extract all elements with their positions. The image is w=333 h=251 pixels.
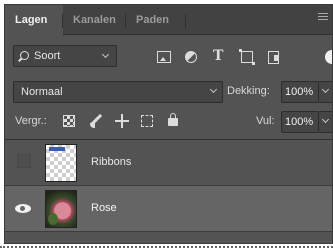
layer-name[interactable]: Rose xyxy=(91,202,117,214)
pixel-layer-filter-icon[interactable] xyxy=(157,51,171,63)
opacity-slider-button[interactable] xyxy=(319,81,332,103)
layer-row-rose[interactable]: Rose xyxy=(5,186,332,232)
layer-thumbnail xyxy=(45,190,77,228)
visibility-toggle[interactable] xyxy=(15,200,33,216)
type-layer-filter-icon[interactable]: T xyxy=(213,48,227,64)
layers-list: Ribbons Rose xyxy=(5,139,332,243)
lock-artboard-icon[interactable] xyxy=(141,115,153,127)
layer-name[interactable]: Ribbons xyxy=(91,156,131,168)
tab-layers[interactable]: Lagen xyxy=(5,5,63,36)
filter-toggle-switch[interactable] xyxy=(325,50,332,64)
panel-tab-bar: Lagen Kanalen Paden xyxy=(5,5,332,36)
search-icon xyxy=(20,51,29,60)
tab-channels[interactable]: Kanalen xyxy=(63,5,126,35)
layer-filter-row: Soort T xyxy=(5,43,332,69)
chevron-down-icon xyxy=(209,85,218,94)
fill-label: Vul: xyxy=(256,115,275,127)
layer-thumbnail xyxy=(45,144,77,182)
tab-paths[interactable]: Paden xyxy=(126,5,186,35)
lock-row: Vergr.: Vul: 100% xyxy=(5,109,332,133)
lock-position-icon[interactable] xyxy=(115,114,129,128)
fill-slider-button[interactable] xyxy=(319,111,332,133)
lock-all-icon[interactable] xyxy=(168,113,178,126)
blend-row: Normaal Dekking: 100% xyxy=(5,81,332,103)
panel-menu-icon[interactable] xyxy=(318,13,328,23)
shape-layer-filter-icon[interactable] xyxy=(239,49,255,65)
blend-mode-value: Normaal xyxy=(21,86,63,98)
filter-kind-dropdown[interactable]: Soort xyxy=(13,45,117,67)
lock-image-pixels-icon[interactable] xyxy=(89,114,103,128)
filter-kind-label: Soort xyxy=(34,50,61,62)
opacity-input[interactable]: 100% xyxy=(281,81,319,103)
adjustment-layer-filter-icon[interactable] xyxy=(185,51,197,63)
opacity-label: Dekking: xyxy=(227,85,270,97)
lock-transparent-pixels-icon[interactable] xyxy=(63,115,75,127)
lock-label: Vergr.: xyxy=(15,115,47,127)
divider xyxy=(0,246,333,248)
chevron-down-icon xyxy=(321,85,330,94)
chevron-down-icon xyxy=(321,115,330,124)
chevron-down-icon xyxy=(101,50,110,59)
smart-object-filter-icon[interactable] xyxy=(268,51,279,64)
layers-panel: Lagen Kanalen Paden Soort T Normaal Dekk… xyxy=(4,4,333,244)
fill-input[interactable]: 100% xyxy=(281,111,319,133)
eye-icon xyxy=(15,204,31,213)
layer-row-ribbons[interactable]: Ribbons xyxy=(5,140,332,186)
blend-mode-dropdown[interactable]: Normaal xyxy=(13,81,223,103)
visibility-toggle-empty[interactable] xyxy=(17,154,31,168)
